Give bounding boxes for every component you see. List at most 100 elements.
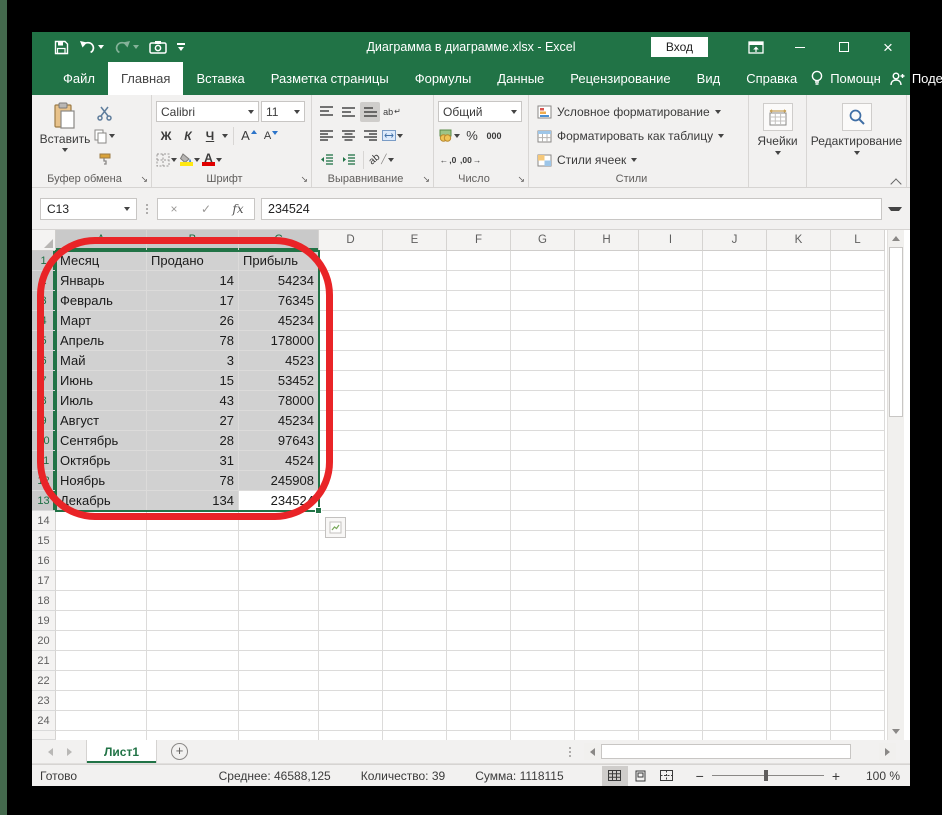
tab-Файл[interactable]: Файл: [50, 62, 108, 95]
row-header-17[interactable]: 17: [32, 571, 56, 591]
row-header-20[interactable]: 20: [32, 631, 56, 651]
cell-G7[interactable]: [511, 371, 575, 391]
cell-L15[interactable]: [831, 531, 885, 551]
row-header-21[interactable]: 21: [32, 651, 56, 671]
cell-C4[interactable]: 45234: [239, 311, 319, 331]
cell-L14[interactable]: [831, 511, 885, 531]
cell-L10[interactable]: [831, 431, 885, 451]
redo-button[interactable]: [114, 40, 139, 54]
cell-B19[interactable]: [147, 611, 239, 631]
bold-button[interactable]: Ж: [156, 126, 176, 146]
cell-G6[interactable]: [511, 351, 575, 371]
cell-L1[interactable]: [831, 251, 885, 271]
cell-D21[interactable]: [319, 651, 383, 671]
row-header-14[interactable]: 14: [32, 511, 56, 531]
page-break-view-button[interactable]: [654, 766, 680, 786]
cell-E17[interactable]: [383, 571, 447, 591]
cell-K20[interactable]: [767, 631, 831, 651]
number-format-select[interactable]: Общий: [438, 101, 522, 122]
vertical-scrollbar-thumb[interactable]: [889, 247, 903, 417]
cell-D11[interactable]: [319, 451, 383, 471]
save-icon[interactable]: [54, 40, 69, 55]
cell-K18[interactable]: [767, 591, 831, 611]
cell-C23[interactable]: [239, 691, 319, 711]
cell-F5[interactable]: [447, 331, 511, 351]
row-header-12[interactable]: 12: [32, 471, 56, 491]
cell-B16[interactable]: [147, 551, 239, 571]
font-name-select[interactable]: Calibri: [156, 101, 259, 122]
cell-B3[interactable]: 17: [147, 291, 239, 311]
cell-E2[interactable]: [383, 271, 447, 291]
cell-H22[interactable]: [575, 671, 639, 691]
font-size-select[interactable]: 11: [261, 101, 305, 122]
cell-E8[interactable]: [383, 391, 447, 411]
copy-button[interactable]: [94, 126, 115, 146]
cell-J18[interactable]: [703, 591, 767, 611]
cell-K11[interactable]: [767, 451, 831, 471]
tab-Разметка страницы[interactable]: Разметка страницы: [258, 62, 402, 95]
cell-A6[interactable]: Май: [56, 351, 147, 371]
cell-H4[interactable]: [575, 311, 639, 331]
zoom-slider-thumb[interactable]: [763, 770, 768, 781]
cell-B24[interactable]: [147, 711, 239, 731]
cell-B14[interactable]: [147, 511, 239, 531]
quick-analysis-button[interactable]: [325, 517, 346, 538]
cell-K14[interactable]: [767, 511, 831, 531]
cell-A13[interactable]: Декабрь: [56, 491, 147, 511]
cell-D8[interactable]: [319, 391, 383, 411]
cell-B1[interactable]: Продано: [147, 251, 239, 271]
accounting-format-button[interactable]: [438, 126, 460, 146]
cell-F18[interactable]: [447, 591, 511, 611]
align-center-button[interactable]: [338, 126, 358, 146]
cell-C17[interactable]: [239, 571, 319, 591]
cell-F3[interactable]: [447, 291, 511, 311]
cell-E13[interactable]: [383, 491, 447, 511]
cell-H23[interactable]: [575, 691, 639, 711]
cell-J11[interactable]: [703, 451, 767, 471]
cell-G21[interactable]: [511, 651, 575, 671]
cell-F23[interactable]: [447, 691, 511, 711]
cell-I22[interactable]: [639, 671, 703, 691]
cell-K24[interactable]: [767, 711, 831, 731]
cell-J23[interactable]: [703, 691, 767, 711]
cell-H21[interactable]: [575, 651, 639, 671]
cell-F11[interactable]: [447, 451, 511, 471]
tab-Рецензирование[interactable]: Рецензирование: [557, 62, 683, 95]
close-button[interactable]: ×: [866, 32, 910, 62]
cell-D23[interactable]: [319, 691, 383, 711]
cell-A9[interactable]: Август: [56, 411, 147, 431]
column-header-E[interactable]: E: [383, 230, 447, 251]
cell-K2[interactable]: [767, 271, 831, 291]
cell-G9[interactable]: [511, 411, 575, 431]
cell-C22[interactable]: [239, 671, 319, 691]
row-header-7[interactable]: 7: [32, 371, 56, 391]
tab-Данные[interactable]: Данные: [484, 62, 557, 95]
increase-font-size-button[interactable]: A: [239, 126, 259, 146]
cell-F22[interactable]: [447, 671, 511, 691]
cell-J16[interactable]: [703, 551, 767, 571]
cell-B23[interactable]: [147, 691, 239, 711]
cell-B15[interactable]: [147, 531, 239, 551]
cell-J3[interactable]: [703, 291, 767, 311]
column-header-I[interactable]: I: [639, 230, 703, 251]
cell-D19[interactable]: [319, 611, 383, 631]
percent-style-button[interactable]: %: [462, 126, 482, 146]
cell-K6[interactable]: [767, 351, 831, 371]
cell-D4[interactable]: [319, 311, 383, 331]
alignment-dialog-launcher-icon[interactable]: ↘: [422, 175, 430, 184]
decrease-decimal-button[interactable]: ,00 →: [460, 150, 481, 170]
underline-dropdown-icon[interactable]: [222, 133, 228, 138]
cell-I12[interactable]: [639, 471, 703, 491]
collapse-ribbon-icon[interactable]: [892, 177, 902, 183]
cell-K4[interactable]: [767, 311, 831, 331]
cell-C1[interactable]: Прибыль: [239, 251, 319, 271]
cell-C20[interactable]: [239, 631, 319, 651]
cell-J14[interactable]: [703, 511, 767, 531]
cell-G12[interactable]: [511, 471, 575, 491]
italic-button[interactable]: К: [178, 126, 198, 146]
wrap-text-button[interactable]: ab ↵: [382, 102, 402, 122]
cell-I19[interactable]: [639, 611, 703, 631]
cell-I17[interactable]: [639, 571, 703, 591]
cell-F14[interactable]: [447, 511, 511, 531]
cell-C8[interactable]: 78000: [239, 391, 319, 411]
